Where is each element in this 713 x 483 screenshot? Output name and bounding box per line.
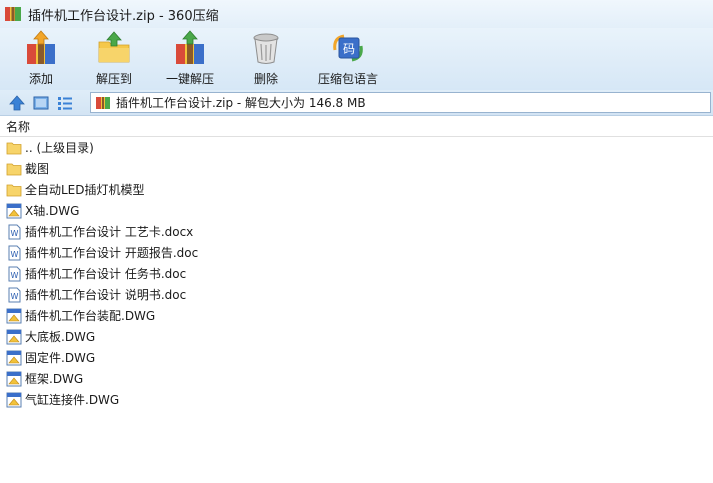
dwg-file-icon <box>6 350 22 365</box>
address-text: 插件机工作台设计.zip - 解包大小为 146.8 MB <box>116 96 366 110</box>
zip-archive-icon <box>96 96 110 109</box>
dwg-file-icon <box>6 329 22 344</box>
file-name: 插件机工作台设计 工艺卡.docx <box>25 225 194 239</box>
word-file-icon: W <box>8 245 21 260</box>
file-name: 大底板.DWG <box>25 330 96 344</box>
one-key-extract-icon <box>176 30 204 64</box>
archive-language-label: 压缩包语言 <box>317 72 378 86</box>
column-header-name[interactable]: 名称 <box>0 117 713 137</box>
file-name: 插件机工作台装配.DWG <box>25 309 156 323</box>
toolbar: 添加 解压到 一键解压 删除 码 压缩包语言 <box>0 28 713 90</box>
add-archive-icon <box>27 30 55 64</box>
archive-language-button[interactable]: 码 压缩包语言 <box>306 28 390 90</box>
word-file-icon: W <box>8 224 21 239</box>
list-item[interactable]: W 插件机工作台设计 开题报告.doc <box>0 242 713 263</box>
svg-text:W: W <box>11 292 19 301</box>
delete-label: 删除 <box>253 72 278 86</box>
dwg-file-icon <box>6 371 22 386</box>
list-view-icon[interactable] <box>56 94 74 112</box>
file-name: X轴.DWG <box>25 204 80 218</box>
file-name: 框架.DWG <box>25 372 84 386</box>
extract-to-button[interactable]: 解压到 <box>78 28 150 90</box>
list-item[interactable]: 截图 <box>0 158 713 179</box>
folder-icon <box>6 163 22 175</box>
language-code-icon: 码 <box>333 34 363 62</box>
word-file-icon: W <box>8 287 21 302</box>
dwg-file-icon <box>6 392 22 407</box>
file-name: .. (上级目录) <box>25 141 94 155</box>
list-item[interactable]: 框架.DWG <box>0 368 713 389</box>
list-item[interactable]: W 插件机工作台设计 工艺卡.docx <box>0 221 713 242</box>
file-name: 全自动LED插灯机模型 <box>25 183 145 197</box>
file-name: 截图 <box>25 162 50 176</box>
list-item[interactable]: 固定件.DWG <box>0 347 713 368</box>
dwg-file-icon <box>6 308 22 323</box>
title-bar: 插件机工作台设计.zip - 360压缩 <box>0 0 713 28</box>
one-key-extract-label: 一键解压 <box>165 72 214 86</box>
one-key-extract-button[interactable]: 一键解压 <box>154 28 226 90</box>
trash-icon <box>253 33 279 64</box>
file-name: 气缸连接件.DWG <box>25 393 120 407</box>
file-name: 固定件.DWG <box>25 351 96 365</box>
address-bar[interactable]: 插件机工作台设计.zip - 解包大小为 146.8 MB <box>90 92 711 113</box>
file-name: 插件机工作台设计 任务书.doc <box>25 267 187 281</box>
file-name: 插件机工作台设计 开题报告.doc <box>25 246 199 260</box>
up-arrow-icon[interactable] <box>8 94 26 112</box>
svg-text:W: W <box>11 271 19 280</box>
svg-text:W: W <box>11 229 19 238</box>
address-row: 插件机工作台设计.zip - 解包大小为 146.8 MB <box>0 90 713 116</box>
file-list: 名称 .. (上级目录) 截图 全自动LED插灯机模型 X轴.DWG W 插件机… <box>0 117 713 483</box>
archive-app-icon <box>5 7 21 21</box>
add-button[interactable]: 添加 <box>4 28 78 90</box>
add-label: 添加 <box>28 72 53 86</box>
window-title: 插件机工作台设计.zip - 360压缩 <box>28 8 219 24</box>
svg-text:W: W <box>11 250 19 259</box>
extract-folder-icon <box>98 31 130 63</box>
app-window: 插件机工作台设计.zip - 360压缩 添加 解压到 一键解压 删除 码 压缩… <box>0 0 713 483</box>
list-item[interactable]: W 插件机工作台设计 任务书.doc <box>0 263 713 284</box>
list-item[interactable]: 气缸连接件.DWG <box>0 389 713 410</box>
list-item[interactable]: W 插件机工作台设计 说明书.doc <box>0 284 713 305</box>
folder-icon <box>6 142 22 154</box>
list-item[interactable]: .. (上级目录) <box>0 137 713 158</box>
svg-text:码: 码 <box>343 42 355 56</box>
word-file-icon: W <box>8 266 21 281</box>
folder-icon <box>6 184 22 196</box>
list-item[interactable]: 插件机工作台装配.DWG <box>0 305 713 326</box>
large-icon-view-icon[interactable] <box>32 94 50 112</box>
dwg-file-icon <box>6 203 22 218</box>
list-item[interactable]: X轴.DWG <box>0 200 713 221</box>
delete-button[interactable]: 删除 <box>230 28 302 90</box>
file-name: 插件机工作台设计 说明书.doc <box>25 288 187 302</box>
list-item[interactable]: 全自动LED插灯机模型 <box>0 179 713 200</box>
extract-to-label: 解压到 <box>95 72 132 86</box>
list-item[interactable]: 大底板.DWG <box>0 326 713 347</box>
